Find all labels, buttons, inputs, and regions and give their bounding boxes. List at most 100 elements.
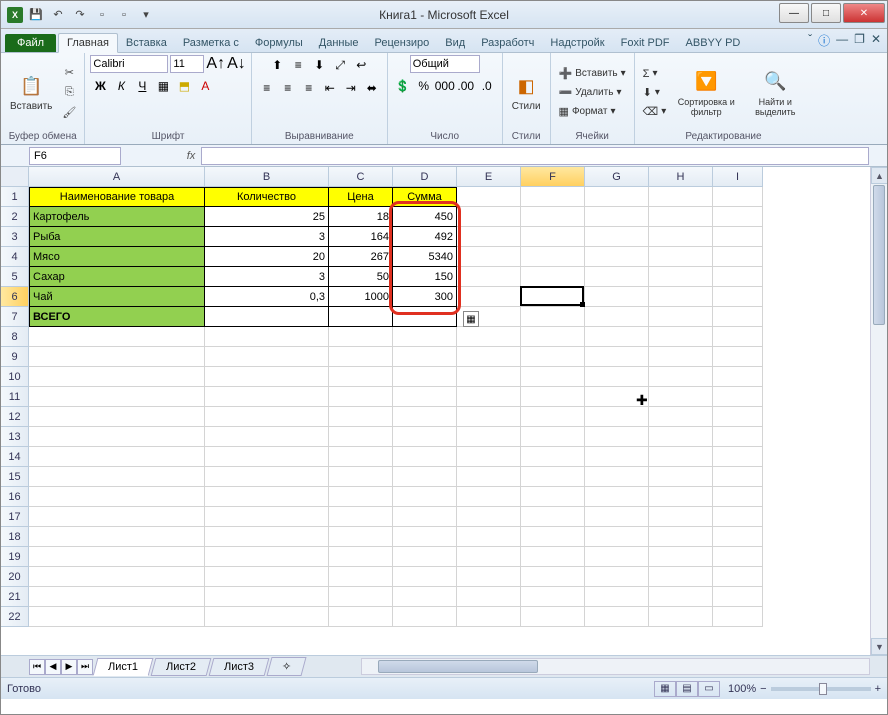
zoom-out-icon[interactable]: − <box>760 683 766 695</box>
cell-H8[interactable] <box>649 327 713 347</box>
cell-B7[interactable] <box>205 307 329 327</box>
cell-D8[interactable] <box>393 327 457 347</box>
cell-A17[interactable] <box>29 507 205 527</box>
cell-A3[interactable]: Рыба <box>29 227 205 247</box>
cell-H9[interactable] <box>649 347 713 367</box>
sheet-tab-3[interactable]: Лист3 <box>209 658 270 676</box>
cell-B13[interactable] <box>205 427 329 447</box>
qat-btn[interactable]: ▫ <box>115 6 133 24</box>
cell-H22[interactable] <box>649 607 713 627</box>
cell-H16[interactable] <box>649 487 713 507</box>
merge-icon[interactable]: ⬌ <box>362 78 382 98</box>
cell-D2[interactable]: 450 <box>393 207 457 227</box>
row-header-11[interactable]: 11 <box>1 387 29 407</box>
cell-C9[interactable] <box>329 347 393 367</box>
cell-B17[interactable] <box>205 507 329 527</box>
sheet-nav-first-icon[interactable]: ⏮ <box>29 659 45 675</box>
col-header-D[interactable]: D <box>393 167 457 187</box>
paste-button[interactable]: 📋 Вставить <box>6 71 56 114</box>
row-header-20[interactable]: 20 <box>1 567 29 587</box>
cell-F6[interactable] <box>521 287 585 307</box>
cell-H7[interactable] <box>649 307 713 327</box>
cell-I10[interactable] <box>713 367 763 387</box>
cell-B16[interactable] <box>205 487 329 507</box>
cell-B3[interactable]: 3 <box>205 227 329 247</box>
cell-A8[interactable] <box>29 327 205 347</box>
cell-D12[interactable] <box>393 407 457 427</box>
cell-H6[interactable] <box>649 287 713 307</box>
file-tab[interactable]: Файл <box>5 34 56 52</box>
row-header-5[interactable]: 5 <box>1 267 29 287</box>
format-painter-icon[interactable]: 🖌 <box>59 104 79 122</box>
cell-I6[interactable] <box>713 287 763 307</box>
cell-E3[interactable] <box>457 227 521 247</box>
row-header-6[interactable]: 6 <box>1 287 29 307</box>
cell-G14[interactable] <box>585 447 649 467</box>
cell-G18[interactable] <box>585 527 649 547</box>
fx-icon[interactable]: fx <box>181 150 201 162</box>
bold-button[interactable]: Ж <box>90 76 110 96</box>
cell-E12[interactable] <box>457 407 521 427</box>
cell-F8[interactable] <box>521 327 585 347</box>
help-icon[interactable]: ⓘ <box>818 32 830 49</box>
save-icon[interactable]: 💾 <box>27 6 45 24</box>
cell-I12[interactable] <box>713 407 763 427</box>
italic-button[interactable]: К <box>111 76 131 96</box>
cell-C17[interactable] <box>329 507 393 527</box>
cell-E1[interactable] <box>457 187 521 207</box>
cell-E20[interactable] <box>457 567 521 587</box>
percent-icon[interactable]: % <box>414 76 434 96</box>
cell-G17[interactable] <box>585 507 649 527</box>
cell-I11[interactable] <box>713 387 763 407</box>
cell-B8[interactable] <box>205 327 329 347</box>
cell-H2[interactable] <box>649 207 713 227</box>
row-header-16[interactable]: 16 <box>1 487 29 507</box>
fill-color-icon[interactable]: ⬒ <box>174 76 194 96</box>
border-icon[interactable]: ▦ <box>153 76 173 96</box>
cell-A2[interactable]: Картофель <box>29 207 205 227</box>
delete-cells-button[interactable]: ➖Удалить ▾ <box>556 84 629 102</box>
cell-G19[interactable] <box>585 547 649 567</box>
comma-icon[interactable]: 000 <box>435 76 455 96</box>
cell-D18[interactable] <box>393 527 457 547</box>
sheet-nav-last-icon[interactable]: ⏭ <box>77 659 93 675</box>
doc-close-icon[interactable]: ✕ <box>871 32 881 49</box>
cell-C21[interactable] <box>329 587 393 607</box>
cell-G16[interactable] <box>585 487 649 507</box>
cell-B15[interactable] <box>205 467 329 487</box>
row-header-10[interactable]: 10 <box>1 367 29 387</box>
cell-B11[interactable] <box>205 387 329 407</box>
cell-F7[interactable] <box>521 307 585 327</box>
cell-I17[interactable] <box>713 507 763 527</box>
formula-input[interactable] <box>201 147 869 165</box>
cell-D6[interactable]: 300 <box>393 287 457 307</box>
cell-F3[interactable] <box>521 227 585 247</box>
cell-A13[interactable] <box>29 427 205 447</box>
cell-C1[interactable]: Цена <box>329 187 393 207</box>
orientation-icon[interactable]: ⤢ <box>330 55 350 75</box>
row-header-21[interactable]: 21 <box>1 587 29 607</box>
row-header-15[interactable]: 15 <box>1 467 29 487</box>
cell-E11[interactable] <box>457 387 521 407</box>
cell-A10[interactable] <box>29 367 205 387</box>
insert-cells-button[interactable]: ➕Вставить ▾ <box>556 65 629 83</box>
cell-E10[interactable] <box>457 367 521 387</box>
cell-C20[interactable] <box>329 567 393 587</box>
cell-G9[interactable] <box>585 347 649 367</box>
new-sheet-button[interactable]: ✧ <box>267 657 307 676</box>
cell-D16[interactable] <box>393 487 457 507</box>
decrease-indent-icon[interactable]: ⇤ <box>320 78 340 98</box>
cell-D17[interactable] <box>393 507 457 527</box>
cell-B20[interactable] <box>205 567 329 587</box>
cell-C18[interactable] <box>329 527 393 547</box>
cell-E19[interactable] <box>457 547 521 567</box>
cell-A18[interactable] <box>29 527 205 547</box>
cell-D1[interactable]: Сумма <box>393 187 457 207</box>
cell-C2[interactable]: 18 <box>329 207 393 227</box>
cell-G20[interactable] <box>585 567 649 587</box>
cell-G4[interactable] <box>585 247 649 267</box>
cell-I4[interactable] <box>713 247 763 267</box>
increase-font-icon[interactable]: A↑ <box>206 55 225 73</box>
cut-icon[interactable]: ✂ <box>59 64 79 82</box>
cell-B5[interactable]: 3 <box>205 267 329 287</box>
